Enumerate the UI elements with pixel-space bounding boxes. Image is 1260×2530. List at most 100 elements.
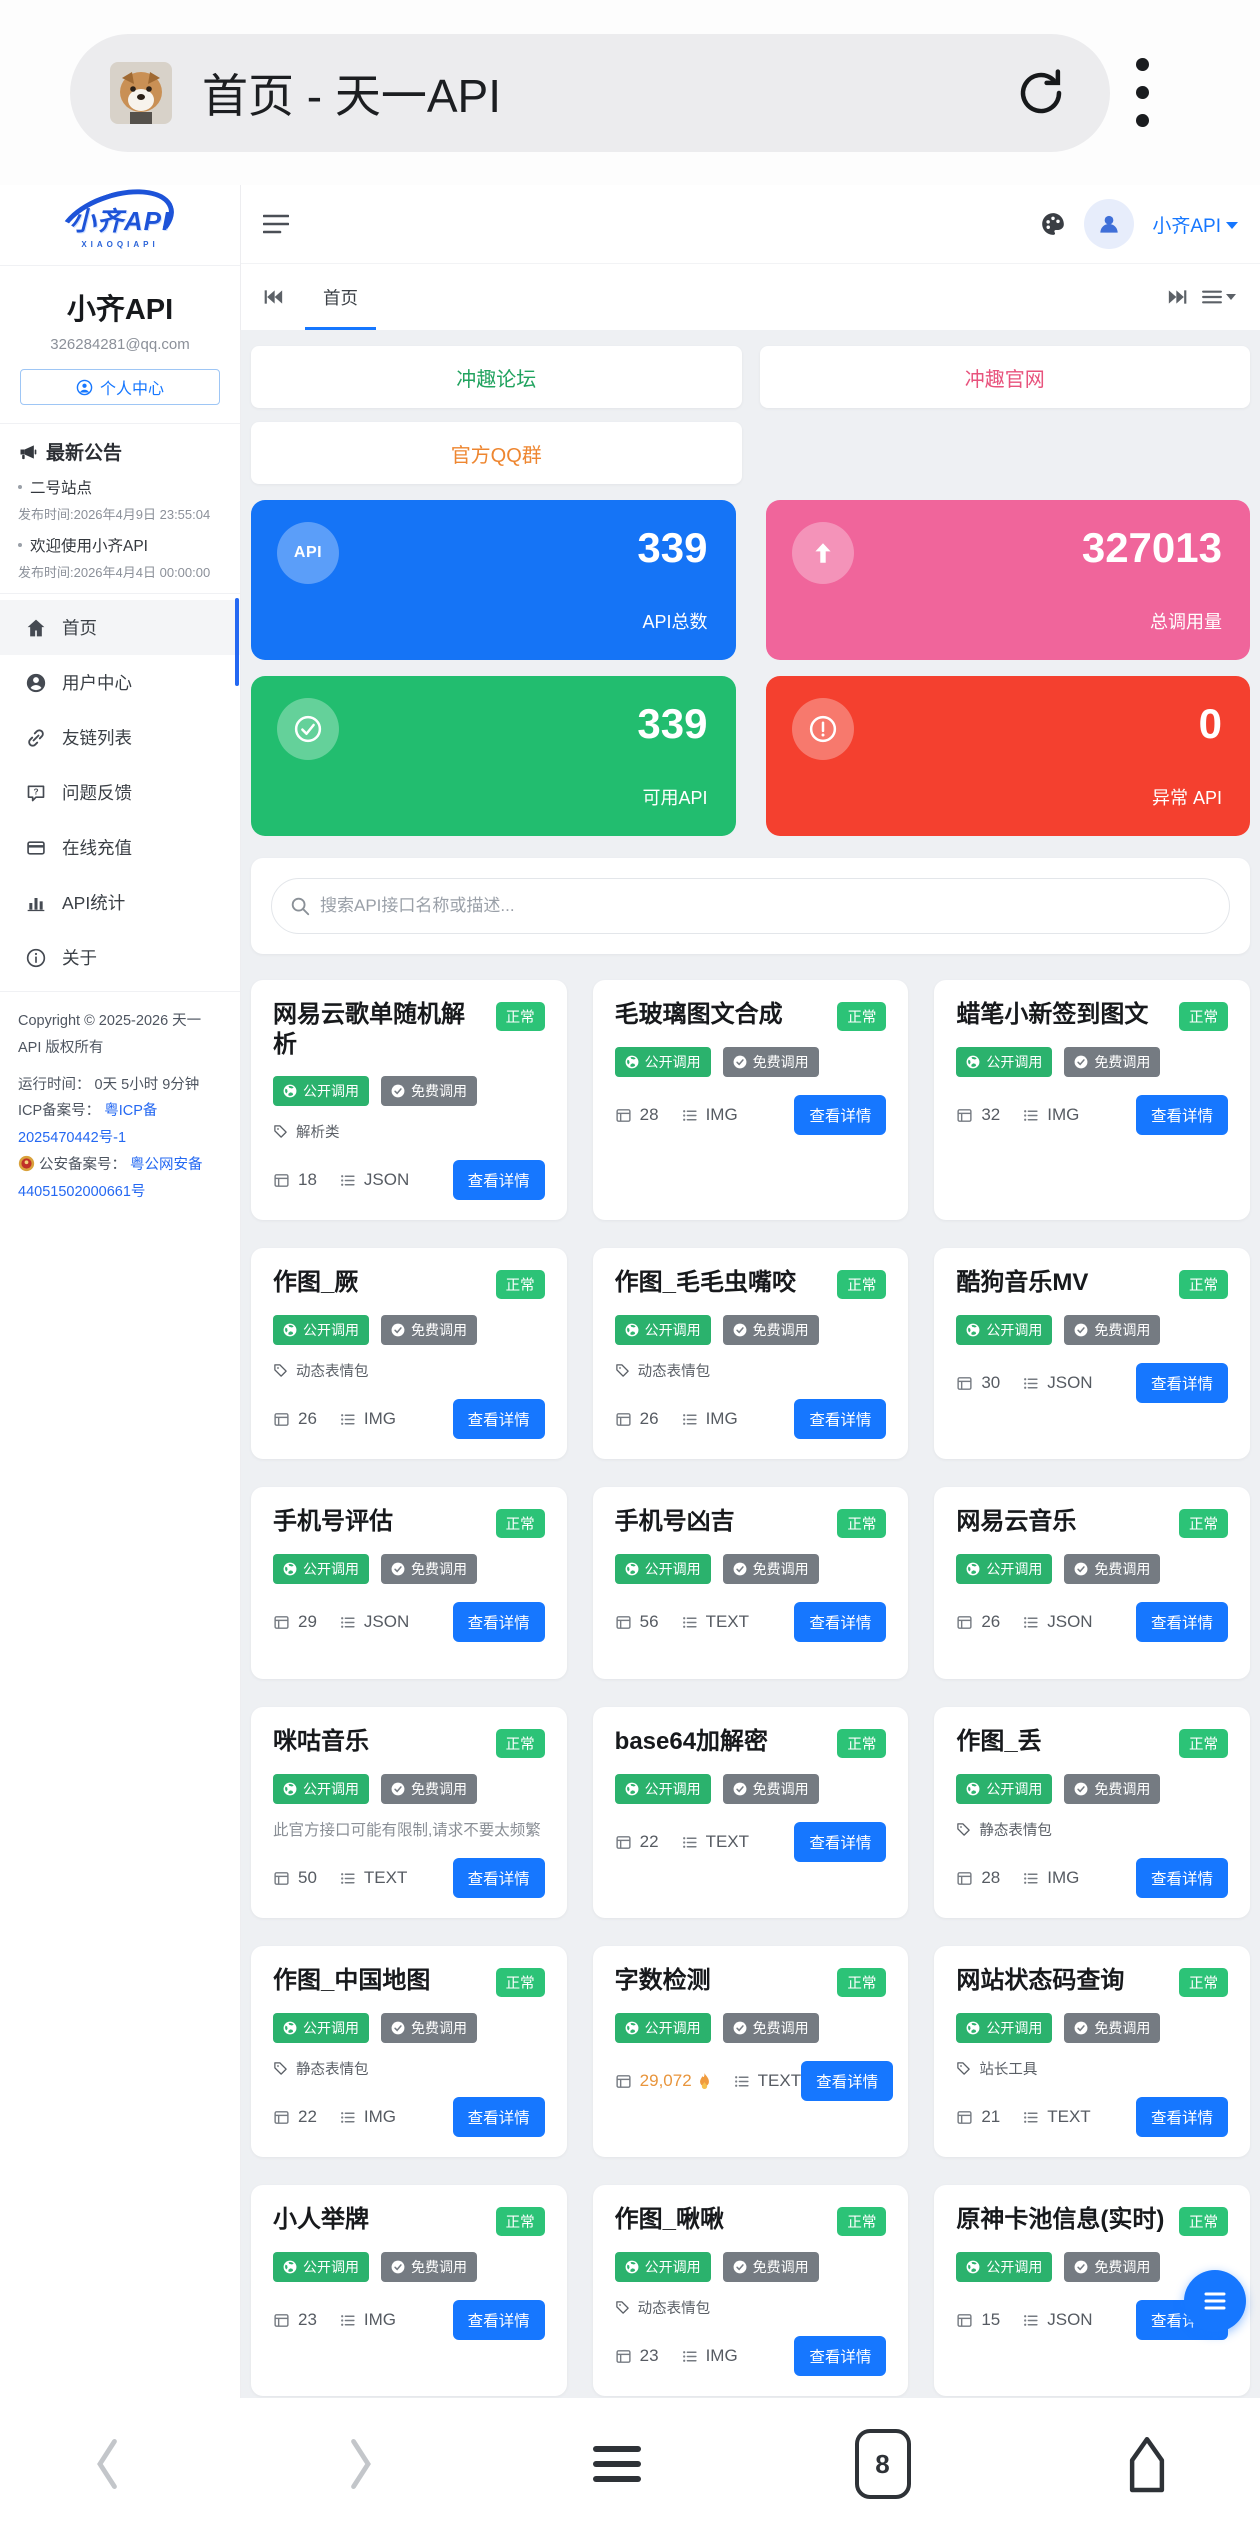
nav-back-icon[interactable]: [88, 2435, 128, 2493]
api-card-title: 网易云音乐: [956, 1507, 1076, 1537]
view-details-button[interactable]: 查看详情: [1136, 1363, 1228, 1403]
view-details-button[interactable]: 查看详情: [794, 2336, 886, 2376]
tab-options-menu-icon[interactable]: [1194, 289, 1244, 305]
sidebar-item-link[interactable]: 友链列表: [0, 710, 240, 765]
globe-icon: [283, 1782, 297, 1796]
view-details-button[interactable]: 查看详情: [794, 1095, 886, 1135]
status-badge: 正常: [837, 1968, 886, 1997]
police-line: 公安备案号： 粤公网安备44051502000661号: [18, 1152, 222, 1206]
notice-button[interactable]: 官方QQ群: [251, 422, 742, 484]
api-call-count: 21: [981, 2107, 1000, 2127]
view-details-button[interactable]: 查看详情: [453, 2097, 545, 2137]
api-card-title: 作图_丢: [956, 1727, 1041, 1757]
view-details-button[interactable]: 查看详情: [453, 1160, 545, 1200]
tag-free-call: 免费调用: [381, 1774, 477, 1804]
refresh-icon[interactable]: [1014, 66, 1068, 120]
api-return-type: TEXT: [706, 1832, 749, 1852]
check-circle-icon: [1074, 1562, 1088, 1576]
sidebar-scrollbar-thumb[interactable]: [235, 598, 239, 686]
floating-menu-button[interactable]: [1184, 2270, 1246, 2332]
return-type-icon: [339, 1411, 356, 1428]
api-card: 蜡笔小新签到图文 正常 公开调用 免费调用 32: [934, 980, 1250, 1220]
view-details-button[interactable]: 查看详情: [1136, 1602, 1228, 1642]
browser-menu-icon[interactable]: [1136, 58, 1149, 127]
calls-count-icon: [615, 1411, 632, 1428]
nav-tabs-button[interactable]: 8: [855, 2429, 911, 2499]
status-badge: 正常: [837, 1729, 886, 1758]
calls-count-icon: [273, 1411, 290, 1428]
user-avatar[interactable]: [1084, 199, 1134, 249]
tag-free-call: 免费调用: [1064, 1774, 1160, 1804]
card-icon: [26, 838, 46, 858]
check-circle-icon: [1074, 2021, 1088, 2035]
tag-public-call: 公开调用: [956, 1315, 1052, 1345]
api-return-type: JSON: [364, 1170, 409, 1190]
globe-icon: [283, 2260, 297, 2274]
tab-home[interactable]: 首页: [299, 264, 382, 330]
globe-icon: [625, 2021, 639, 2035]
sidebar-item-home[interactable]: 首页: [0, 600, 240, 655]
collapse-sidebar-icon[interactable]: [263, 213, 289, 235]
return-type-icon: [681, 1107, 698, 1124]
tag-free-call: 免费调用: [381, 1315, 477, 1345]
announcement-title[interactable]: 欢迎使用小齐API: [18, 534, 222, 556]
sidebar-item-feedback[interactable]: ? 问题反馈: [0, 765, 240, 820]
api-category: 静态表情包: [296, 2058, 369, 2079]
view-details-button[interactable]: 查看详情: [453, 1602, 545, 1642]
calls-count-icon: [615, 1614, 632, 1631]
nav-menu-icon[interactable]: [591, 2443, 643, 2485]
api-card: 手机号凶吉 正常 公开调用 免费调用 56: [593, 1487, 909, 1679]
api-card-title: 作图_厥: [273, 1268, 358, 1298]
flame-icon: [698, 2073, 711, 2089]
uptime-line: 运行时间： 0天 5小时 9分钟: [18, 1072, 222, 1099]
check-circle-icon: [391, 1323, 405, 1337]
stat-label: API总数: [642, 608, 707, 634]
site-favicon-dog: [110, 62, 172, 124]
api-return-type: IMG: [1047, 1105, 1079, 1125]
announcement-item: 欢迎使用小齐API 发布时间:2026年4月4日 00:00:00: [18, 534, 222, 581]
view-details-button[interactable]: 查看详情: [794, 1602, 886, 1642]
calls-count-icon: [273, 1870, 290, 1887]
view-details-button[interactable]: 查看详情: [453, 1399, 545, 1439]
calls-count-icon: [956, 1107, 973, 1124]
status-badge: 正常: [1179, 1729, 1228, 1758]
search-card: [251, 858, 1250, 954]
view-details-button[interactable]: 查看详情: [1136, 2097, 1228, 2137]
stat-card: 327013 总调用量: [766, 500, 1251, 660]
search-input[interactable]: [271, 878, 1230, 934]
tag-public-call: 公开调用: [273, 1076, 369, 1106]
url-bar[interactable]: 首页 - 天一API: [70, 34, 1110, 152]
notice-button[interactable]: 冲趣官网: [760, 346, 1251, 408]
sidebar-item-user[interactable]: 用户中心: [0, 655, 240, 710]
view-details-button[interactable]: 查看详情: [1136, 1095, 1228, 1135]
view-details-button[interactable]: 查看详情: [794, 1822, 886, 1862]
api-call-count: 15: [981, 2310, 1000, 2330]
check-circle-icon: [391, 2260, 405, 2274]
skip-to-first-tab-icon[interactable]: [257, 288, 289, 306]
sidebar-item-card[interactable]: 在线充值: [0, 820, 240, 875]
link-icon: [26, 728, 46, 748]
announcement-title[interactable]: 二号站点: [18, 476, 222, 498]
nav-home-icon[interactable]: [1122, 2433, 1172, 2495]
notice-button[interactable]: 冲趣论坛: [251, 346, 742, 408]
view-details-button[interactable]: 查看详情: [794, 1399, 886, 1439]
sidebar-item-chart[interactable]: API统计: [0, 875, 240, 930]
search-icon: [289, 895, 311, 917]
api-return-type: TEXT: [758, 2071, 801, 2091]
stat-label: 可用API: [642, 784, 707, 810]
view-details-button[interactable]: 查看详情: [453, 2300, 545, 2340]
view-details-button[interactable]: 查看详情: [801, 2061, 893, 2101]
calls-count-icon: [615, 1107, 632, 1124]
skip-to-last-tab-icon[interactable]: [1162, 288, 1194, 306]
nav-forward-icon[interactable]: [340, 2435, 380, 2493]
api-card-title: 作图_毛毛虫嘴咬: [615, 1268, 796, 1298]
sidebar-item-info[interactable]: 关于: [0, 930, 240, 985]
globe-icon: [966, 1782, 980, 1796]
personal-center-button[interactable]: 个人中心: [20, 369, 220, 405]
user-menu[interactable]: 小齐API: [1152, 211, 1238, 238]
theme-palette-icon[interactable]: [1040, 211, 1066, 237]
view-details-button[interactable]: 查看详情: [453, 1858, 545, 1898]
view-details-button[interactable]: 查看详情: [1136, 1858, 1228, 1898]
api-card-title: 网站状态码查询: [956, 1966, 1124, 1996]
api-card: 作图_啾啾 正常 公开调用 免费调用 动态表情包 23: [593, 2185, 909, 2396]
